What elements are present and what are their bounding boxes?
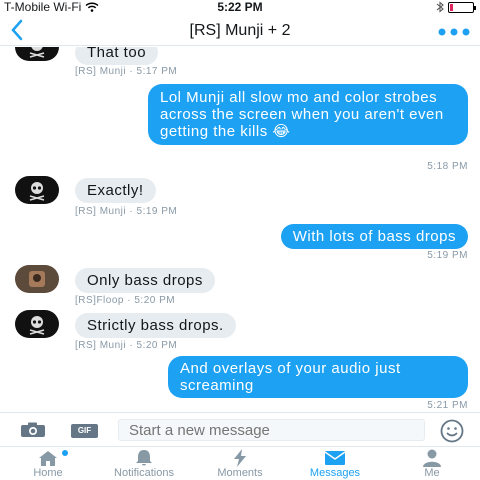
message-bubble-incoming[interactable]: That too [75, 47, 159, 65]
person-icon [423, 449, 441, 467]
gif-button[interactable]: GIF [71, 424, 98, 438]
message-meta: 5:18 PM [427, 161, 468, 172]
message-meta: 5:19 PM [427, 250, 468, 261]
envelope-icon [324, 451, 346, 465]
tab-label: Home [33, 467, 63, 479]
ellipsis-icon[interactable] [438, 28, 470, 36]
message-bubble-outgoing[interactable]: And overlays of your audio just screamin… [168, 356, 468, 398]
message-bubble-incoming[interactable]: Only bass drops [75, 268, 215, 293]
tab-notifications[interactable]: Notifications [100, 449, 188, 479]
message-bubble-incoming[interactable]: Strictly bass drops. [75, 313, 236, 338]
battery-level [450, 3, 453, 11]
message-input[interactable] [118, 419, 425, 441]
message-meta: [RS] Munji · 5:17 PM [75, 66, 178, 77]
avatar[interactable] [15, 176, 59, 204]
camera-icon[interactable] [20, 422, 46, 438]
skull-icon [29, 316, 45, 335]
smiley-icon[interactable] [440, 419, 464, 443]
message-bubble-outgoing[interactable]: With lots of bass drops [280, 224, 468, 249]
notification-dot [62, 450, 68, 456]
message-meta: [RS]Floop · 5:20 PM [75, 295, 176, 306]
tab-label: Moments [217, 467, 263, 479]
avatar[interactable] [15, 265, 59, 293]
message-bubble-outgoing[interactable]: Lol Munji all slow mo and color strobes … [148, 84, 468, 145]
message-composer: GIF [0, 412, 480, 446]
tab-me[interactable]: Me [414, 449, 450, 479]
message-meta: [RS] Munji · 5:20 PM [75, 340, 178, 351]
tab-bar: Home Notifications Moments Messages Me [0, 446, 480, 480]
bluetooth-icon [436, 1, 444, 13]
home-icon [39, 451, 57, 466]
message-meta: 5:21 PM [427, 400, 468, 410]
tab-home[interactable]: Home [26, 449, 70, 479]
tab-messages[interactable]: Messages [298, 449, 372, 479]
lightning-icon [234, 449, 246, 467]
message-thread[interactable]: That too [RS] Munji · 5:17 PM Lol Munji … [0, 47, 480, 410]
conversation-title[interactable]: [RS] Munji + 2 [0, 22, 480, 40]
battery-icon [448, 1, 476, 13]
bell-icon [136, 450, 152, 466]
message-bubble-incoming[interactable]: Exactly! [75, 178, 156, 203]
tab-label: Me [424, 467, 440, 479]
status-bar: T-Mobile Wi-Fi 5:22 PM [0, 0, 480, 14]
tab-label: Notifications [114, 467, 174, 479]
message-meta: [RS] Munji · 5:19 PM [75, 206, 178, 217]
tab-moments[interactable]: Moments [206, 449, 274, 479]
tab-label: Messages [309, 467, 361, 479]
skull-icon [29, 182, 45, 201]
status-right [436, 1, 476, 13]
conversation-header: [RS] Munji + 2 [0, 14, 480, 46]
skull-icon [29, 47, 45, 58]
status-time: 5:22 PM [217, 0, 263, 14]
avatar[interactable] [15, 310, 59, 338]
avatar[interactable] [15, 47, 59, 61]
profile-photo-icon [29, 271, 45, 287]
